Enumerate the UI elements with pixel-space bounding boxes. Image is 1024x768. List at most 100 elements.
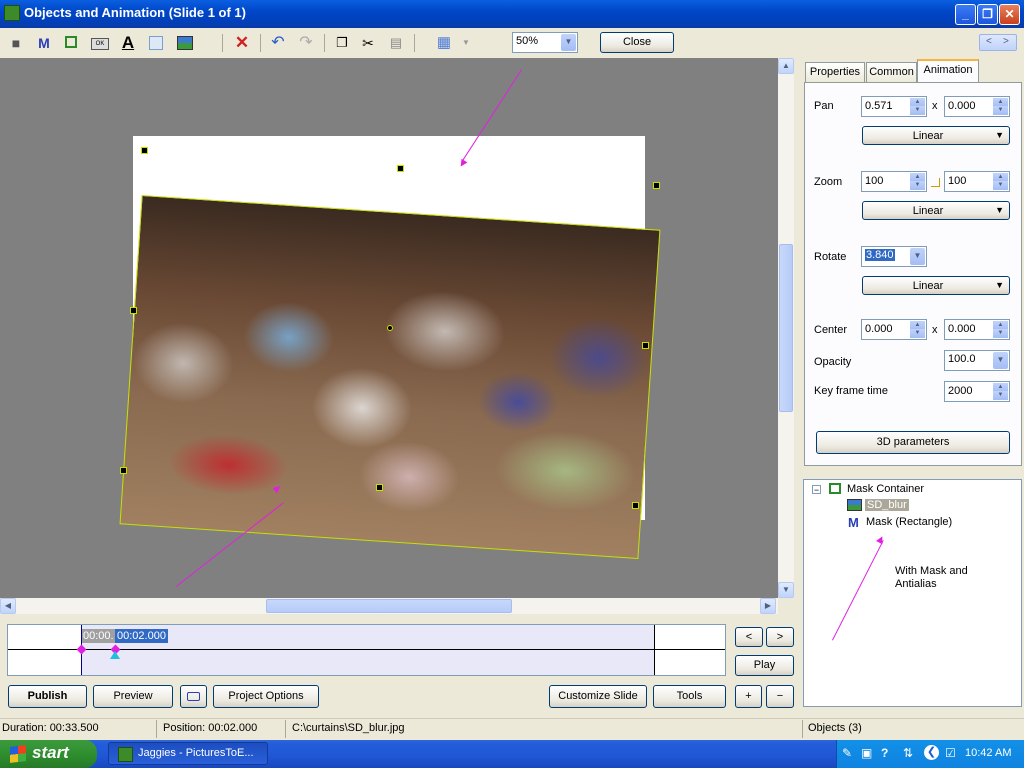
resize-handle[interactable]	[653, 182, 660, 189]
scroll-up-icon[interactable]: ▲	[778, 58, 794, 74]
start-button[interactable]: start	[0, 740, 97, 768]
spin-down-icon[interactable]: ▼	[910, 329, 925, 338]
help-icon[interactable]: ?	[881, 746, 888, 760]
pan-y-input[interactable]: 0.000 ▲ ▼	[944, 96, 1010, 117]
timeline[interactable]: 00:00. 00:02.000	[7, 624, 726, 676]
resize-handle[interactable]	[632, 502, 639, 509]
resize-handle[interactable]	[130, 307, 137, 314]
grid-icon[interactable]: ▦	[434, 33, 454, 53]
paste-icon[interactable]: ▤	[386, 33, 406, 53]
slide-canvas[interactable]: ▼ ▲	[0, 58, 778, 598]
scroll-down-icon[interactable]: ▼	[778, 582, 794, 598]
cut-icon[interactable]: ✂	[358, 33, 378, 53]
spin-down-icon[interactable]: ▼	[993, 106, 1008, 115]
maximize-button[interactable]: ❐	[977, 4, 998, 25]
add-keyframe-button[interactable]: +	[735, 685, 762, 708]
text-m-icon[interactable]: M	[34, 33, 54, 53]
redo-icon[interactable]: ↷	[296, 33, 316, 53]
window-button[interactable]	[180, 685, 207, 708]
spin-down-icon[interactable]: ▼	[993, 181, 1008, 190]
preview-button[interactable]: Preview	[93, 685, 173, 708]
status-position: Position: 00:02.000	[163, 722, 258, 734]
zoom-select[interactable]: 50% ▼	[512, 32, 578, 53]
keyboard-icon[interactable]: ▣	[861, 746, 872, 760]
pan-y-value: 0.000	[948, 100, 976, 112]
tab-common[interactable]: Common	[866, 62, 917, 82]
taskbar-item[interactable]: Jaggies - PicturesToE...	[108, 742, 268, 765]
publish-button[interactable]: Publish	[8, 685, 87, 708]
next-keyframe-button[interactable]: >	[766, 627, 794, 647]
rotate-mode-dropdown[interactable]: Linear ▼	[862, 276, 1010, 295]
link-icon[interactable]	[931, 178, 940, 187]
horizontal-scrollbar[interactable]: ◀ ▶	[0, 598, 778, 614]
object-tree[interactable]: − Mask Container SD_blur M Mask (Rectang…	[803, 479, 1022, 707]
vertical-scrollbar[interactable]: ▲ ▼	[778, 58, 794, 598]
toolbar-separator	[222, 34, 223, 52]
spin-down-icon[interactable]: ▼	[910, 181, 925, 190]
pan-mode-dropdown[interactable]: Linear ▼	[862, 126, 1010, 145]
remove-keyframe-button[interactable]: −	[766, 685, 794, 708]
scroll-thumb[interactable]	[779, 244, 793, 412]
ok-button-icon[interactable]: OK	[90, 33, 110, 53]
tree-item-mask[interactable]: Mask (Rectangle)	[866, 516, 952, 528]
nav-next-button[interactable]: >	[1003, 36, 1009, 47]
close-button[interactable]: Close	[600, 32, 674, 53]
scroll-left-icon[interactable]: ◀	[0, 598, 16, 614]
image-icon[interactable]	[174, 33, 194, 53]
zoom-x-input[interactable]: 100 ▲ ▼	[861, 171, 927, 192]
tab-properties[interactable]: Properties	[805, 62, 865, 82]
text-a-icon[interactable]: A	[118, 33, 138, 53]
sd-blur-image[interactable]	[119, 194, 661, 560]
resize-handle[interactable]	[141, 147, 148, 154]
tree-item-mask-container[interactable]: Mask Container	[847, 483, 924, 495]
play-button[interactable]: Play	[735, 655, 794, 676]
project-options-button[interactable]: Project Options	[213, 685, 319, 708]
collapse-icon[interactable]: −	[812, 485, 821, 495]
playhead-icon[interactable]	[110, 651, 120, 659]
nav-prev-button[interactable]: <	[986, 36, 992, 47]
minimize-button[interactable]: _	[955, 4, 976, 25]
rectangle-icon[interactable]	[62, 33, 82, 53]
camera-icon[interactable]: ■	[6, 33, 26, 53]
delete-icon[interactable]: ✕	[232, 33, 252, 53]
zoom-y-input[interactable]: 100 ▲ ▼	[944, 171, 1010, 192]
center-y-input[interactable]: 0.000 ▲ ▼	[944, 319, 1010, 340]
status-path: C:\curtains\SD_blur.jpg	[292, 722, 405, 734]
scroll-right-icon[interactable]: ▶	[760, 598, 776, 614]
chevron-left-icon[interactable]: ❮	[924, 745, 939, 760]
scroll-thumb[interactable]	[266, 599, 512, 613]
rotate-input[interactable]: 3.840 ▼	[861, 246, 927, 267]
spin-down-icon[interactable]: ▼	[993, 391, 1008, 400]
center-point[interactable]	[387, 325, 393, 331]
annotation-arrow	[832, 540, 884, 641]
spin-down-icon[interactable]: ▼	[993, 329, 1008, 338]
start-time-label: 00:00.	[82, 629, 115, 643]
system-tray: ✎ ▣ ? ⇅ ❮ ☑ 10:42 AM	[836, 740, 1024, 768]
tools-button[interactable]: Tools	[653, 685, 726, 708]
resize-handle[interactable]	[120, 467, 127, 474]
resize-handle[interactable]	[397, 165, 404, 172]
undo-icon[interactable]: ↶	[268, 33, 288, 53]
grid-dropdown-icon[interactable]: ▼	[456, 33, 476, 53]
timeline-end-line	[654, 625, 655, 675]
spin-down-icon[interactable]: ▼	[910, 106, 925, 115]
opacity-input[interactable]: 100.0 ▼	[944, 350, 1010, 371]
resize-handle[interactable]	[376, 484, 383, 491]
copy-icon[interactable]: ❐	[332, 33, 352, 53]
keyframe-input[interactable]: 2000 ▲ ▼	[944, 381, 1010, 402]
3d-parameters-button[interactable]: 3D parameters	[816, 431, 1010, 454]
security-icon[interactable]: ☑	[945, 746, 956, 760]
tree-item-sd-blur[interactable]: SD_blur	[865, 499, 909, 511]
customize-slide-button[interactable]: Customize Slide	[549, 685, 647, 708]
pen-icon[interactable]: ✎	[842, 746, 852, 760]
close-window-button[interactable]: ✕	[999, 4, 1020, 25]
tab-animation[interactable]: Animation	[917, 59, 979, 83]
title-bar: Objects and Animation (Slide 1 of 1) _ ❐…	[0, 0, 1024, 28]
prev-keyframe-button[interactable]: <	[735, 627, 763, 647]
pan-x-input[interactable]: 0.571 ▲ ▼	[861, 96, 927, 117]
network-icon[interactable]: ⇅	[903, 746, 913, 760]
zoom-mode-dropdown[interactable]: Linear ▼	[862, 201, 1010, 220]
resize-handle[interactable]	[642, 342, 649, 349]
frame-icon[interactable]	[146, 33, 166, 53]
center-x-input[interactable]: 0.000 ▲ ▼	[861, 319, 927, 340]
